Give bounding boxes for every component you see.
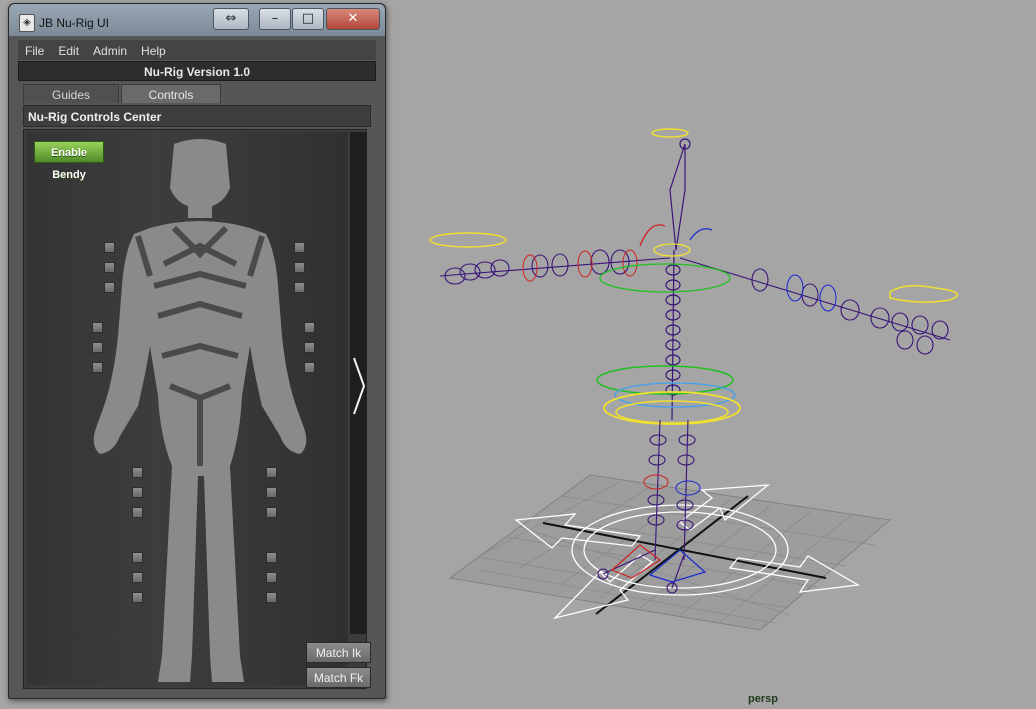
app-icon: ◈ [19,14,35,32]
right-arm-chain [679,257,951,355]
ctrl-l-elbow[interactable] [304,322,315,333]
camera-label: persp [748,693,778,705]
ctrl-l-clavicle[interactable] [294,242,305,253]
window-title: JB Nu-Rig UI [39,16,110,30]
menu-file[interactable]: File [18,40,51,58]
match-ik-button[interactable]: Match Ik [306,642,371,663]
ctrl-l-thigh[interactable] [266,487,277,498]
controls-panel: Enable Bendy Match Ik Match Fk [23,129,371,689]
enable-bendy-button[interactable]: Enable Bendy [34,141,104,181]
ground-grid [449,474,891,631]
nu-rig-window: ◈ JB Nu-Rig UI ⇔ – □ ✕ File Edit Admin Help… [8,3,386,699]
ctrl-l-ankle[interactable] [266,572,277,583]
ctrl-r-knee[interactable] [132,507,143,518]
spine-chain [665,138,691,421]
ctrl-r-shin[interactable] [132,552,143,563]
body-silhouette [93,139,307,682]
menu-bar: File Edit Admin Help [18,40,376,60]
ctrl-l-shoulder[interactable] [294,262,305,273]
tab-controls[interactable]: Controls [121,84,221,103]
body-picker-area: Enable Bendy Match Ik Match Fk [26,132,371,688]
chevron-right-icon[interactable] [352,356,366,416]
ctrl-r-thigh[interactable] [132,487,143,498]
version-header: Nu-Rig Version 1.0 [18,61,376,81]
ctrl-l-knee[interactable] [266,507,277,518]
ctrl-r-upperarm[interactable] [104,282,115,293]
tab-guides[interactable]: Guides [23,84,119,103]
ctrl-r-forearm[interactable] [92,342,103,353]
maximize-button[interactable]: □ [292,8,324,30]
resize-button[interactable]: ⇔ [213,8,249,30]
title-bar[interactable]: ◈ JB Nu-Rig UI ⇔ – □ ✕ [9,4,385,36]
ctrl-l-foot[interactable] [266,592,277,603]
menu-help[interactable]: Help [134,40,173,58]
close-button[interactable]: ✕ [326,8,380,30]
ctrl-r-elbow[interactable] [92,322,103,333]
ctrl-l-upperarm[interactable] [294,282,305,293]
ctrl-r-wrist[interactable] [92,362,103,373]
match-fk-button[interactable]: Match Fk [306,667,371,688]
section-title: Nu-Rig Controls Center [23,105,371,127]
ctrl-r-ankle[interactable] [132,572,143,583]
ctrl-r-clavicle[interactable] [104,242,115,253]
ctrl-r-foot[interactable] [132,592,143,603]
ctrl-l-shin[interactable] [266,552,277,563]
ctrl-r-hip[interactable] [132,467,143,478]
menu-admin[interactable]: Admin [86,40,134,58]
ctrl-r-shoulder[interactable] [104,262,115,273]
ctrl-l-wrist[interactable] [304,362,315,373]
menu-edit[interactable]: Edit [51,40,86,58]
ctrl-l-hip[interactable] [266,467,277,478]
minimize-button[interactable]: – [259,8,291,30]
ctrl-l-forearm[interactable] [304,342,315,353]
